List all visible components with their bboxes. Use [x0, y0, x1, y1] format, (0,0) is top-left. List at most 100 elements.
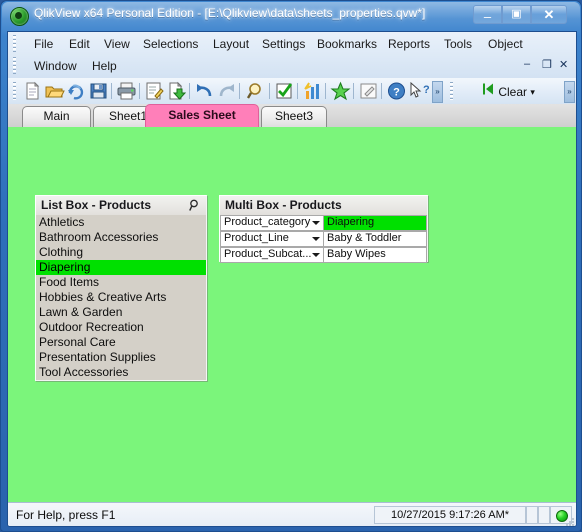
tab-sales-sheet[interactable]: Sales Sheet [145, 104, 259, 127]
menu-view[interactable]: View [100, 35, 134, 53]
list-item[interactable]: Bathroom Accessories [36, 230, 206, 245]
list-item[interactable]: Food Items [36, 275, 206, 290]
listbox-caption: List Box - Products [36, 196, 206, 216]
mdi-close-button[interactable]: ✕ [559, 58, 568, 71]
list-item[interactable]: Athletics [36, 215, 206, 230]
status-pane-2 [538, 506, 550, 524]
current-selections-icon[interactable] [274, 81, 295, 101]
undo-icon[interactable] [194, 81, 215, 101]
svg-text:?: ? [393, 87, 400, 99]
multibox-title: Multi Box - Products [225, 198, 342, 212]
help-icon[interactable]: ? [386, 81, 407, 101]
window-title: QlikView x64 Personal Edition - [E:\Qlik… [34, 6, 426, 20]
multibox-row[interactable]: Product_Subcat... Baby Wipes [220, 247, 427, 263]
menu-reports[interactable]: Reports [384, 35, 434, 53]
toolbar-separator-6 [297, 83, 298, 99]
multibox-field-label: Product_Subcat... [224, 248, 312, 260]
window-minimize-button[interactable]: – [473, 5, 502, 24]
toolbar-separator-4 [239, 83, 240, 99]
list-item[interactable]: Presentation Supplies [36, 350, 206, 365]
chevron-down-icon[interactable]: ▾ [530, 87, 535, 97]
menu-bookmarks[interactable]: Bookmarks [313, 35, 381, 53]
multibox-field-product-category[interactable]: Product_category [220, 215, 323, 231]
menu-tools[interactable]: Tools [440, 35, 476, 53]
add-bookmark-icon[interactable] [330, 81, 351, 101]
toolbar-overflow-button[interactable]: » [432, 81, 443, 103]
menu-drag-grip-2[interactable] [13, 57, 16, 74]
toolbar-separator-2 [139, 83, 140, 99]
open-document-icon[interactable] [44, 81, 65, 101]
multibox-row-list: Product_category Diapering Product_Line … [220, 215, 427, 263]
mdi-minimize-button[interactable]: – [524, 58, 530, 70]
window-maximize-button[interactable]: ▣ [502, 5, 531, 24]
multibox-value-product-line[interactable]: Baby & Toddler [323, 231, 427, 247]
list-item[interactable]: Clothing [36, 245, 206, 260]
close-icon: ✕ [543, 7, 555, 22]
toolbar-separator-3 [189, 83, 190, 99]
list-item[interactable]: Outdoor Recreation [36, 320, 206, 335]
multibox-products[interactable]: Multi Box - Products Product_category Di… [219, 195, 428, 263]
edit-script-icon[interactable] [144, 81, 165, 101]
save-icon[interactable] [88, 81, 109, 101]
resize-grip[interactable] [564, 515, 576, 526]
chevron-down-icon[interactable] [312, 221, 320, 225]
chevron-down-icon[interactable] [312, 237, 320, 241]
multibox-value-product-subcategory[interactable]: Baby Wipes [323, 247, 427, 263]
search-icon[interactable] [246, 81, 267, 101]
sheet-canvas[interactable]: List Box - Products Athletics Bathroom A… [8, 127, 576, 502]
multibox-field-label: Product_Line [224, 232, 289, 244]
application-window: QlikView x64 Personal Edition - [E:\Qlik… [0, 0, 582, 532]
menu-selections[interactable]: Selections [139, 35, 202, 53]
toolbar-separator-7 [325, 83, 326, 99]
toolbar-separator-9 [381, 83, 382, 99]
export-icon[interactable] [166, 81, 187, 101]
context-help-icon[interactable]: ? [408, 81, 430, 101]
tab-main[interactable]: Main [22, 106, 91, 127]
menu-file[interactable]: File [30, 35, 57, 53]
list-item[interactable]: Hobbies & Creative Arts [36, 290, 206, 305]
print-icon[interactable] [116, 81, 137, 101]
menu-object[interactable]: Object [484, 35, 527, 53]
window-close-button[interactable]: ✕ [531, 5, 567, 24]
chart-wizard-icon[interactable] [302, 81, 323, 101]
multibox-field-product-line[interactable]: Product_Line [220, 231, 323, 247]
reload-icon[interactable] [66, 81, 87, 101]
multibox-field-product-subcategory[interactable]: Product_Subcat... [220, 247, 323, 263]
menu-drag-grip[interactable] [13, 35, 16, 52]
list-item-selected[interactable]: Diapering [36, 260, 206, 275]
multibox-row[interactable]: Product_category Diapering [220, 215, 427, 231]
clear-selections-button[interactable]: Clear ▾ [478, 81, 539, 101]
notes-icon[interactable] [358, 81, 379, 101]
multibox-row[interactable]: Product_Line Baby & Toddler [220, 231, 427, 247]
list-item[interactable]: Tool Accessories [36, 365, 206, 380]
title-bar: QlikView x64 Personal Edition - [E:\Qlik… [1, 1, 582, 31]
clear-toolbar-overflow-button[interactable]: » [564, 81, 575, 103]
redo-icon[interactable] [216, 81, 237, 101]
chevron-down-icon[interactable] [312, 253, 320, 257]
menu-help[interactable]: Help [88, 57, 121, 75]
tab-sheet3[interactable]: Sheet3 [261, 106, 327, 127]
listbox-item-list[interactable]: Athletics Bathroom Accessories Clothing … [36, 215, 206, 380]
qlikview-logo-icon [10, 7, 29, 26]
main-toolbar: ? ? » Clear ▾ » [8, 78, 576, 105]
mdi-restore-button[interactable]: ❐ [542, 58, 552, 71]
list-item[interactable]: Lawn & Garden [36, 305, 206, 320]
menu-window[interactable]: Window [30, 57, 81, 75]
client-area: File Edit View Selections Layout Setting… [7, 31, 577, 527]
listbox-title: List Box - Products [41, 198, 152, 212]
multibox-value-product-category[interactable]: Diapering [323, 215, 427, 231]
status-pane-1 [526, 506, 538, 524]
svg-text:?: ? [423, 84, 429, 96]
menu-settings[interactable]: Settings [258, 35, 309, 53]
clear-toolbar-drag-grip[interactable] [450, 82, 453, 100]
sheet-tab-strip: Main Sheet1 Sales Sheet Sheet3 [8, 104, 576, 128]
menu-edit[interactable]: Edit [65, 35, 94, 53]
list-item[interactable]: Personal Care [36, 335, 206, 350]
magnifier-icon[interactable] [189, 199, 202, 212]
new-document-icon[interactable] [22, 81, 43, 101]
multibox-caption: Multi Box - Products [220, 196, 427, 216]
minimize-icon: – [483, 9, 492, 24]
menu-layout[interactable]: Layout [209, 35, 253, 53]
listbox-products[interactable]: List Box - Products Athletics Bathroom A… [35, 195, 207, 381]
toolbar-drag-grip[interactable] [13, 82, 16, 100]
